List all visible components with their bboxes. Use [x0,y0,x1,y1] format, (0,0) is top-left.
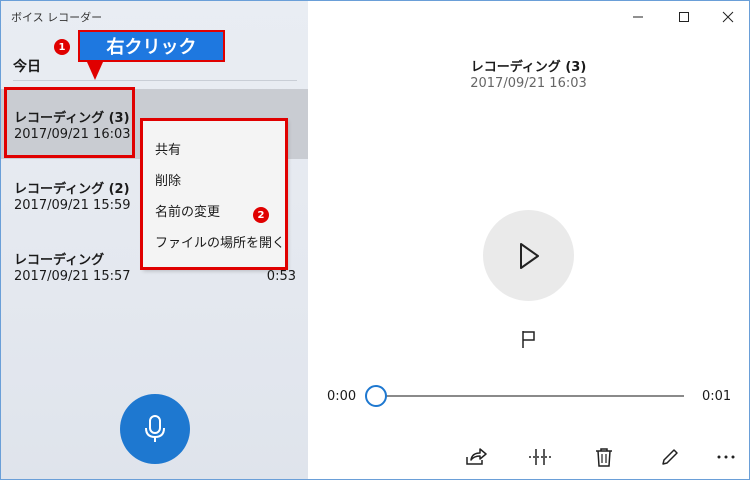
close-icon [722,11,734,23]
trim-icon [529,449,551,465]
section-divider [13,80,297,81]
section-title-today: 今日 [13,59,41,75]
player-title: レコーディング (3) [470,60,587,75]
flag-marker-icon [522,331,535,348]
record-button[interactable] [120,394,190,464]
pencil-icon [662,449,678,465]
maximize-icon [679,12,689,22]
recording-name: レコーディング (2) [14,182,130,197]
minimize-button[interactable] [623,7,653,27]
callout-right-click: 右クリック [78,30,225,62]
trash-icon [596,448,612,467]
recording-date: 2017/09/21 15:59 [14,198,131,213]
app-title: ボイス レコーダー [11,11,103,24]
play-icon [519,242,539,269]
share-icon [466,448,487,465]
add-marker-button[interactable] [519,329,539,353]
minimize-icon [633,16,643,18]
more-icon [717,455,735,459]
maximize-button[interactable] [669,7,699,27]
callout-arrow [87,62,103,80]
player-date: 2017/09/21 16:03 [470,76,587,91]
step-badge-2: 2 [253,207,269,223]
highlight-box-recording [4,87,135,158]
player-pane: レコーディング (3) 2017/09/21 16:03 0:00 0:01 [308,1,749,479]
more-options-button[interactable] [714,447,738,467]
time-total: 0:01 [702,389,732,404]
voice-recorder-window: ボイス レコーダー 今日 レコーディング (3) 2017/09/21 16:0… [0,0,750,480]
share-button[interactable] [464,447,488,467]
delete-button[interactable] [592,447,616,467]
seek-thumb[interactable] [365,385,387,407]
recording-duration: 0:53 [266,269,296,284]
seek-track[interactable] [380,395,684,397]
close-button[interactable] [713,7,743,27]
play-button[interactable] [483,210,574,301]
recording-name: レコーディング [14,253,105,268]
highlight-box-context-menu [140,118,288,270]
rename-button[interactable] [658,447,682,467]
step-badge-1: 1 [54,39,70,55]
recording-date: 2017/09/21 15:57 [14,269,131,284]
time-elapsed: 0:00 [327,389,357,404]
trim-button[interactable] [528,447,552,467]
microphone-icon [145,415,165,442]
